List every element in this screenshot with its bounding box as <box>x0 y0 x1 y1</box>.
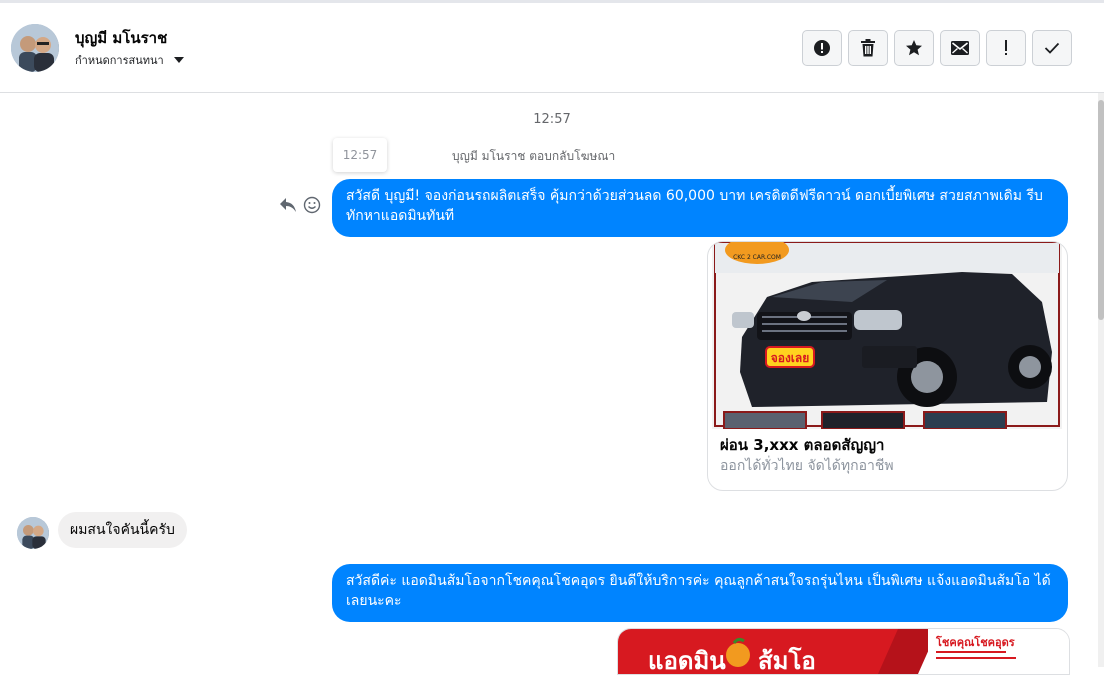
envelope-icon <box>951 41 969 55</box>
ad-card-subtitle: ออกได้ทั่วไทย จัดได้ทุกอาชีพ <box>720 458 894 474</box>
banner-admin-text: แอดมิน <box>648 647 726 674</box>
ad-reply-notice: บุญมี มโนราช ตอบกลับโฆษณา <box>452 149 616 163</box>
message-actions <box>279 196 321 214</box>
contact-avatar[interactable] <box>11 24 59 72</box>
delete-button[interactable] <box>848 30 888 66</box>
banner-graphic: แอดมิน ส้มโอ โชคคุณโชคอุดร <box>618 629 1069 674</box>
contact-name: บุญมี มโนราช <box>75 29 168 47</box>
report-button[interactable] <box>802 30 842 66</box>
conversation-status-label: กำหนดการสนทนา <box>75 54 164 67</box>
banner-name-text: ส้มโอ <box>758 646 816 674</box>
alert-icon <box>814 40 830 56</box>
caret-down-icon <box>173 57 184 63</box>
outgoing-message-bubble: สวัสดี บุญมี! จองก่อนรถผลิตเสร็จ คุ้มกว่… <box>332 179 1068 237</box>
check-icon <box>1044 42 1060 54</box>
ad-car-image: CKC 2 CAR.COM จองเลย <box>712 242 1062 429</box>
trash-icon <box>861 39 875 57</box>
scrollbar-thumb[interactable] <box>1098 100 1104 320</box>
ad-banner-image[interactable]: แอดมิน ส้มโอ โชคคุณโชคอุดร <box>617 628 1070 675</box>
dealer-logo-text: CKC 2 CAR.COM <box>733 254 781 261</box>
banner-brand-text: โชคคุณโชคอุดร <box>935 635 1015 650</box>
mark-unread-button[interactable] <box>940 30 980 66</box>
incoming-message-bubble: ผมสนใจคันนี้ครับ <box>58 512 187 548</box>
conversation-header: บุญมี มโนราช กำหนดการสนทนา <box>0 3 1104 93</box>
message-time-tooltip: 12:57 <box>333 138 387 172</box>
mark-done-button[interactable] <box>1032 30 1072 66</box>
contact-avatar-small <box>17 517 49 549</box>
outgoing-message-bubble: สวัสดีค่ะ แอดมินส้มโอจากโชคคุณโชคอุดร ยิ… <box>332 564 1068 622</box>
header-toolbar <box>802 30 1072 66</box>
ad-preview-card[interactable]: CKC 2 CAR.COM จองเลย ผ่อน 3,xxx ตลอดสัญญ… <box>707 241 1068 491</box>
emoji-reaction-icon[interactable] <box>303 196 321 214</box>
star-button[interactable] <box>894 30 934 66</box>
book-now-badge: จองเลย <box>771 351 810 365</box>
ad-card-title: ผ่อน 3,xxx ตลอดสัญญา <box>720 436 885 454</box>
flag-spam-button[interactable] <box>986 30 1026 66</box>
exclamation-icon <box>1005 40 1007 55</box>
star-icon <box>906 40 922 56</box>
reply-icon[interactable] <box>279 197 297 213</box>
conversation-timestamp: 12:57 <box>533 112 571 127</box>
conversation-status-dropdown[interactable]: กำหนดการสนทนา <box>75 51 184 69</box>
